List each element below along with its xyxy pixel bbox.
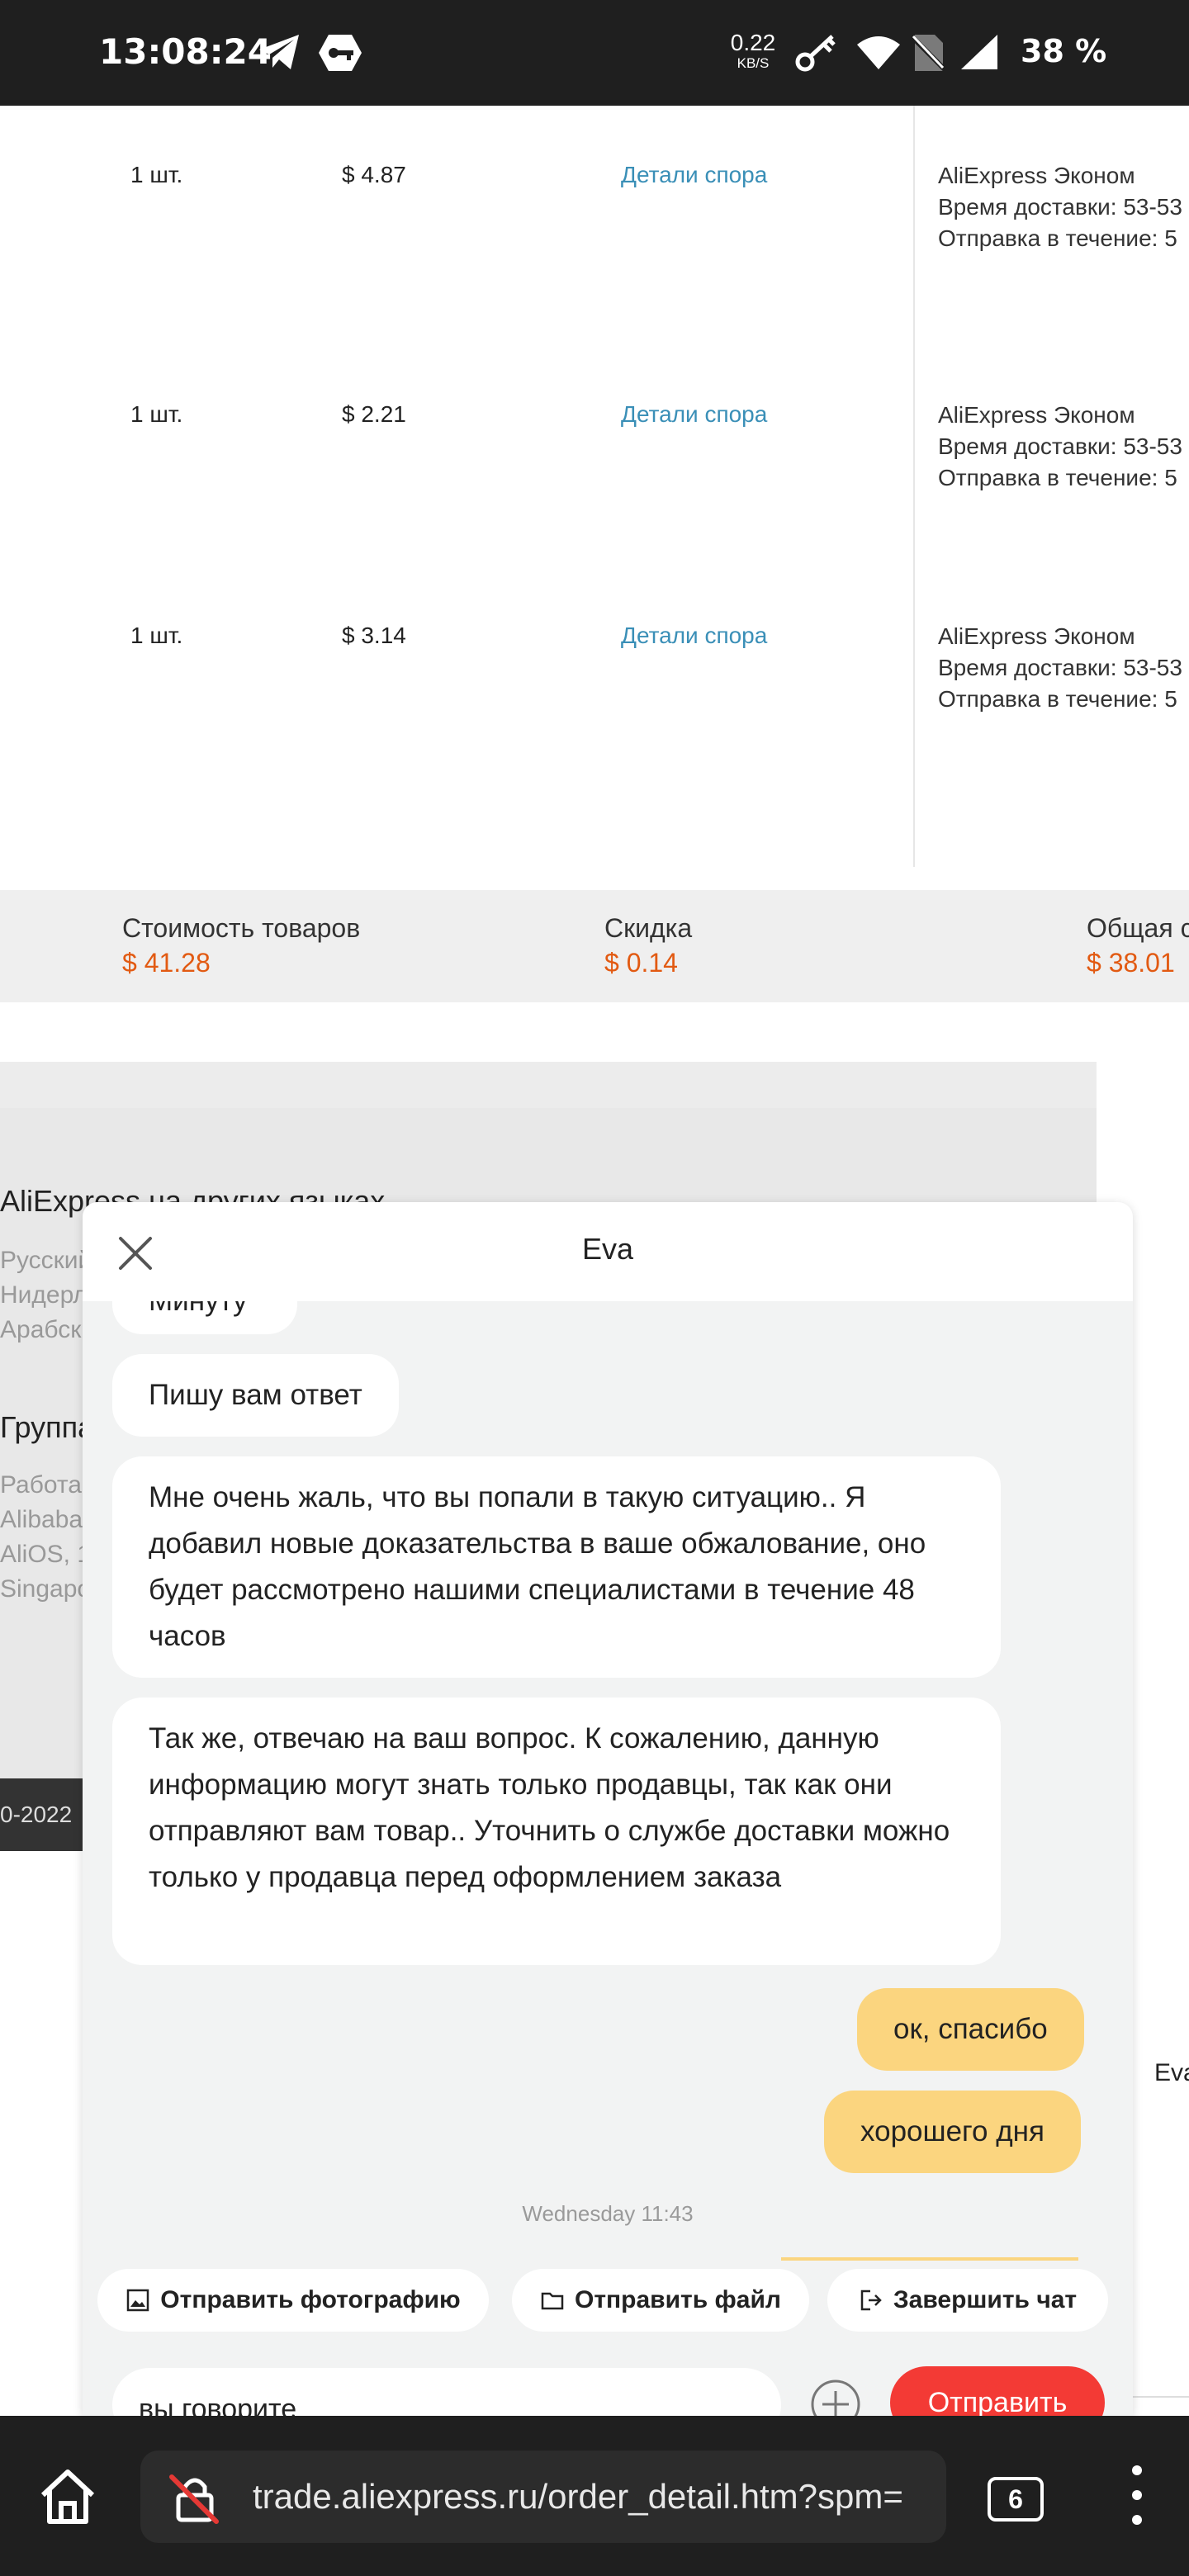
chat-title: Eva bbox=[581, 1232, 634, 1266]
chat-window: Eva Минуту Пишу вам ответ Мне очень жаль… bbox=[83, 1202, 1133, 2416]
message-bubble: Мне очень жаль, что вы попали в такую си… bbox=[112, 1456, 1001, 1678]
home-icon[interactable] bbox=[36, 2465, 99, 2528]
message-bubble: Пишу вам ответ bbox=[112, 1354, 399, 1437]
row-3-price: $ 3.14 bbox=[342, 623, 406, 648]
row-1-shipping: AliExpress Эконом Время доставки: 53-53 … bbox=[938, 163, 1182, 251]
copyright-bar: 0-2022 bbox=[0, 1778, 83, 1851]
goods-cost-value: $ 41.28 bbox=[122, 948, 211, 978]
total-label: Общая с bbox=[1087, 913, 1189, 943]
row-2-price: $ 2.21 bbox=[342, 401, 406, 427]
group-link[interactable]: Работа bbox=[0, 1471, 82, 1499]
browser-toolbar: trade.aliexpress.ru/order_detail.htm?spm… bbox=[0, 2416, 1189, 2576]
partial-bubble bbox=[781, 2257, 1078, 2261]
row-1-dispute-link[interactable]: Детали спора bbox=[621, 162, 767, 188]
send-file-button[interactable]: Отправить файл bbox=[512, 2269, 809, 2332]
key-icon bbox=[795, 35, 836, 72]
discount-value: $ 0.14 bbox=[604, 948, 678, 978]
wifi-icon bbox=[857, 36, 900, 69]
send-button[interactable]: Отправить bbox=[890, 2366, 1105, 2416]
chat-header: Eva bbox=[83, 1202, 1133, 1301]
order-summary: Стоимость товаров $ 41.28 Скидка $ 0.14 … bbox=[0, 890, 1189, 1002]
group-heading: Группа bbox=[0, 1410, 95, 1444]
battery-level: 38 % bbox=[1021, 33, 1107, 69]
exit-icon bbox=[860, 2290, 882, 2311]
goods-cost-label: Стоимость товаров bbox=[122, 913, 361, 943]
row-3-shipping: AliExpress Эконом Время доставки: 53-53 … bbox=[938, 623, 1182, 712]
more-menu-icon[interactable] bbox=[1125, 2465, 1149, 2535]
message-input-wrapper bbox=[112, 2368, 781, 2416]
url-text: trade.aliexpress.ru/order_detail.htm?spm… bbox=[253, 2477, 903, 2516]
group-link[interactable]: Singapo bbox=[0, 1575, 91, 1603]
send-photo-button[interactable]: Отправить фотографию bbox=[97, 2269, 489, 2332]
row-3-dispute-link[interactable]: Детали спора bbox=[621, 623, 767, 649]
no-sim-icon bbox=[912, 34, 945, 72]
row-1-price: $ 4.87 bbox=[342, 162, 406, 187]
message-bubble: Так же, отвечаю на ваш вопрос. К сожален… bbox=[112, 1698, 1001, 1965]
status-bar: 13:08:24 0.22 KB/S 38 % bbox=[0, 0, 1189, 106]
language-link[interactable]: Русский bbox=[0, 1247, 92, 1275]
add-attachment-icon[interactable] bbox=[809, 2378, 862, 2416]
telegram-icon bbox=[259, 35, 299, 69]
message-timestamp: Wednesday 11:43 bbox=[522, 2201, 694, 2226]
image-icon bbox=[127, 2289, 149, 2312]
folder-icon bbox=[541, 2292, 564, 2310]
network-speed: 0.22 KB/S bbox=[730, 30, 776, 71]
discount-label: Скидка bbox=[604, 913, 693, 943]
row-2-quantity: 1 шт. bbox=[130, 401, 183, 427]
user-message-bubble: хорошего дня bbox=[824, 2091, 1081, 2173]
vpn-key-icon bbox=[319, 35, 362, 71]
table-divider bbox=[913, 106, 915, 867]
language-link[interactable]: Арабск bbox=[0, 1316, 81, 1344]
cell-signal-icon bbox=[961, 35, 997, 69]
tab-switcher-button[interactable]: 6 bbox=[988, 2477, 1044, 2522]
end-chat-button[interactable]: Завершить чат bbox=[827, 2269, 1108, 2332]
divider bbox=[1133, 2396, 1189, 2398]
message-input[interactable] bbox=[139, 2384, 750, 2416]
row-3-quantity: 1 шт. bbox=[130, 623, 183, 648]
group-link[interactable]: AliOS, 1 bbox=[0, 1541, 91, 1569]
row-1-quantity: 1 шт. bbox=[130, 162, 183, 187]
row-2-dispute-link[interactable]: Детали спора bbox=[621, 401, 767, 428]
footer-strip bbox=[0, 1062, 1097, 1108]
address-bar[interactable]: trade.aliexpress.ru/order_detail.htm?spm… bbox=[140, 2451, 946, 2543]
chat-messages: Минуту Пишу вам ответ Мне очень жаль, чт… bbox=[83, 1301, 1133, 2333]
status-time: 13:08:24 bbox=[99, 31, 272, 72]
language-link[interactable]: Нидерл bbox=[0, 1281, 88, 1309]
insecure-lock-icon[interactable] bbox=[168, 2472, 221, 2525]
group-link[interactable]: Alibaba bbox=[0, 1506, 83, 1534]
row-2-shipping: AliExpress Эконом Время доставки: 53-53 … bbox=[938, 402, 1182, 490]
total-value: $ 38.01 bbox=[1087, 948, 1175, 978]
user-message-bubble: ок, спасибо bbox=[857, 1988, 1084, 2071]
message-bubble: Минуту bbox=[112, 1301, 297, 1334]
side-chat-label[interactable]: Eva bbox=[1154, 2059, 1189, 2087]
